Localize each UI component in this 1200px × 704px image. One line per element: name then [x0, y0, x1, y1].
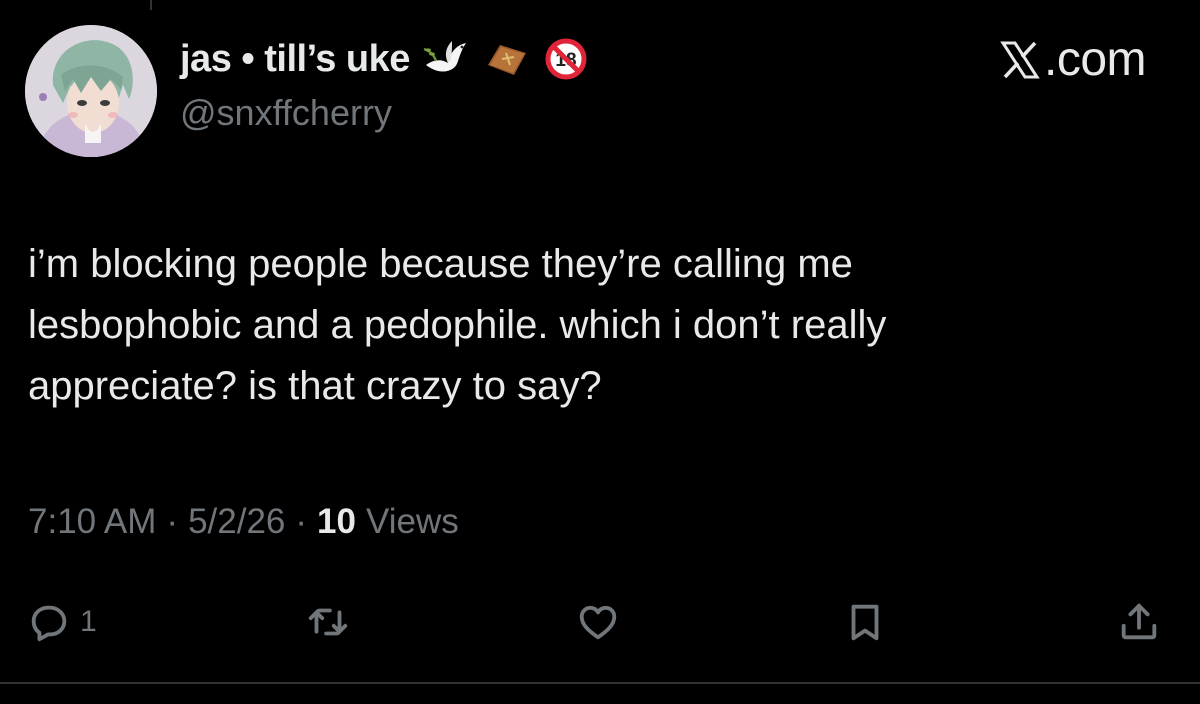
tweet-text: i’m blocking people because they’re call… [28, 234, 1168, 417]
action-bar: 1 [0, 592, 1200, 652]
reply-button[interactable]: 1 [26, 592, 97, 652]
x-logo-icon [1000, 41, 1040, 78]
views-label: Views [365, 502, 459, 541]
views-count: 10 [317, 502, 356, 541]
tweet-line: i’m blocking people because they’re call… [28, 242, 853, 286]
reply-icon [31, 605, 67, 642]
thread-line [150, 0, 152, 10]
name-row: jas • till’s uke 18 [180, 34, 590, 84]
timestamp-time[interactable]: 7:10 AM [28, 502, 156, 542]
bottom-divider [0, 682, 1200, 684]
retweet-button[interactable] [305, 592, 351, 652]
separator: · [295, 502, 308, 541]
dove-emoji [422, 35, 470, 83]
like-icon [579, 605, 617, 640]
separator: · [166, 502, 179, 541]
share-button[interactable] [1116, 592, 1162, 652]
display-name[interactable]: jas • till’s uke [180, 38, 410, 81]
retweet-icon [308, 608, 348, 636]
bookmark-button[interactable] [842, 592, 888, 652]
share-icon [1121, 603, 1157, 640]
avatar[interactable] [25, 25, 157, 157]
tweet-meta: 7:10 AM · 5/2/26 · 10 Views [28, 502, 459, 542]
tweet-line: lesbophobic and a pedophile. which i don… [28, 303, 887, 347]
site-label: .com [1043, 33, 1147, 86]
timestamp-date[interactable]: 5/2/26 [188, 502, 285, 542]
like-button[interactable] [575, 592, 621, 652]
tweet-card: jas • till’s uke 18 [0, 0, 1200, 704]
tweet-line: appreciate? is that crazy to say? [28, 364, 602, 408]
bookmark-icon [851, 604, 879, 641]
reply-count: 1 [80, 605, 97, 638]
user-handle[interactable]: @snxffcherry [180, 92, 392, 134]
no-one-under-eighteen-emoji: 18 [542, 35, 590, 83]
coffin-emoji [482, 35, 530, 83]
site-watermark: .com [1000, 32, 1147, 87]
